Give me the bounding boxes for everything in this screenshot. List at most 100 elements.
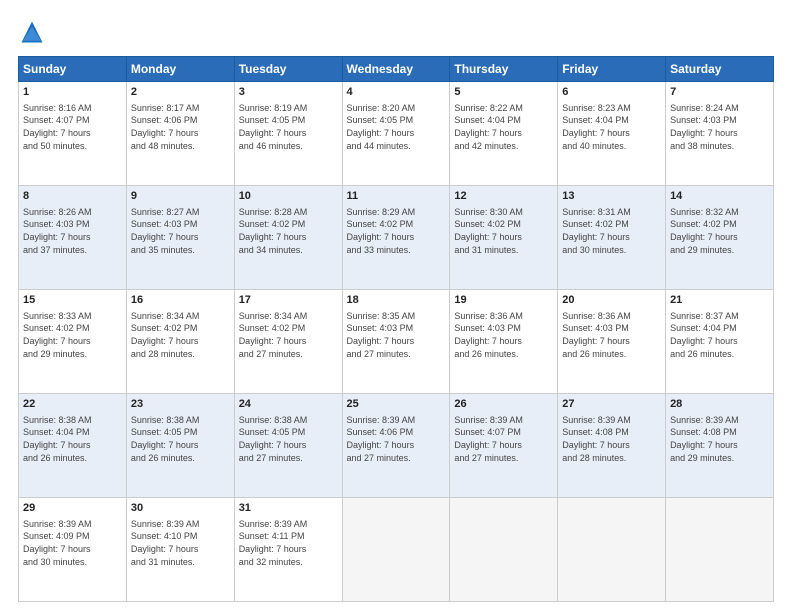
weekday-header-thursday: Thursday: [450, 57, 558, 82]
day-number: 22: [23, 397, 122, 412]
day-info: Sunrise: 8:19 AM Sunset: 4:05 PM Dayligh…: [239, 102, 338, 152]
weekday-header-row: SundayMondayTuesdayWednesdayThursdayFrid…: [19, 57, 774, 82]
week-row-1: 1 Sunrise: 8:16 AM Sunset: 4:07 PM Daylig…: [19, 82, 774, 186]
calendar-cell: 12 Sunrise: 8:30 AM Sunset: 4:02 PM Dayli…: [450, 186, 558, 290]
day-info: Sunrise: 8:20 AM Sunset: 4:05 PM Dayligh…: [347, 102, 446, 152]
weekday-header-friday: Friday: [558, 57, 666, 82]
day-number: 1: [23, 85, 122, 100]
day-number: 5: [454, 85, 553, 100]
logo: [18, 18, 50, 46]
weekday-header-sunday: Sunday: [19, 57, 127, 82]
calendar-cell: 13Sunrise: 8:31 AM Sunset: 4:02 PM Dayli…: [558, 186, 666, 290]
day-number: 21: [670, 293, 769, 308]
day-number: 3: [239, 85, 338, 100]
day-info: Sunrise: 8:35 AM Sunset: 4:03 PM Dayligh…: [347, 310, 446, 360]
day-number: 19: [454, 293, 553, 308]
day-info: Sunrise: 8:26 AM Sunset: 4:03 PM Dayligh…: [23, 206, 122, 256]
week-row-5: 29 Sunrise: 8:39 AM Sunset: 4:09 PM Dayli…: [19, 498, 774, 602]
day-number: 17: [239, 293, 338, 308]
calendar-cell: 23 Sunrise: 8:38 AM Sunset: 4:05 PM Dayli…: [126, 394, 234, 498]
calendar-cell: 14 Sunrise: 8:32 AM Sunset: 4:02 PM Dayli…: [666, 186, 774, 290]
header: [18, 18, 774, 46]
day-number: 11: [347, 189, 446, 204]
day-number: 25: [347, 397, 446, 412]
day-info: Sunrise: 8:39 AM Sunset: 4:08 PM Dayligh…: [670, 414, 769, 464]
day-info: Sunrise: 8:38 AM Sunset: 4:04 PM Dayligh…: [23, 414, 122, 464]
day-number: 16: [131, 293, 230, 308]
day-number: 8: [23, 189, 122, 204]
calendar-cell: 25Sunrise: 8:39 AM Sunset: 4:06 PM Dayli…: [342, 394, 450, 498]
day-info: Sunrise: 8:31 AM Sunset: 4:02 PM Dayligh…: [562, 206, 661, 256]
calendar-cell: 4 Sunrise: 8:20 AM Sunset: 4:05 PM Daylig…: [342, 82, 450, 186]
day-info: Sunrise: 8:30 AM Sunset: 4:02 PM Dayligh…: [454, 206, 553, 256]
calendar-cell: 30 Sunrise: 8:39 AM Sunset: 4:10 PM Dayli…: [126, 498, 234, 602]
calendar-cell: 11 Sunrise: 8:29 AM Sunset: 4:02 PM Dayli…: [342, 186, 450, 290]
day-info: Sunrise: 8:36 AM Sunset: 4:03 PM Dayligh…: [562, 310, 661, 360]
day-info: Sunrise: 8:28 AM Sunset: 4:02 PM Dayligh…: [239, 206, 338, 256]
calendar-cell: 3 Sunrise: 8:19 AM Sunset: 4:05 PM Daylig…: [234, 82, 342, 186]
week-row-4: 22 Sunrise: 8:38 AM Sunset: 4:04 PM Dayli…: [19, 394, 774, 498]
calendar-cell: 20 Sunrise: 8:36 AM Sunset: 4:03 PM Dayli…: [558, 290, 666, 394]
day-number: 15: [23, 293, 122, 308]
day-number: 23: [131, 397, 230, 412]
day-info: Sunrise: 8:23 AM Sunset: 4:04 PM Dayligh…: [562, 102, 661, 152]
calendar-cell: 31 Sunrise: 8:39 AM Sunset: 4:11 PM Dayli…: [234, 498, 342, 602]
day-number: 24: [239, 397, 338, 412]
day-number: 30: [131, 501, 230, 516]
day-number: 31: [239, 501, 338, 516]
calendar-cell: 1 Sunrise: 8:16 AM Sunset: 4:07 PM Daylig…: [19, 82, 127, 186]
day-number: 6: [562, 85, 661, 100]
calendar-cell: 5 Sunrise: 8:22 AM Sunset: 4:04 PM Daylig…: [450, 82, 558, 186]
weekday-header-tuesday: Tuesday: [234, 57, 342, 82]
weekday-header-saturday: Saturday: [666, 57, 774, 82]
day-info: Sunrise: 8:39 AM Sunset: 4:08 PM Dayligh…: [562, 414, 661, 464]
day-info: Sunrise: 8:38 AM Sunset: 4:05 PM Dayligh…: [239, 414, 338, 464]
day-info: Sunrise: 8:17 AM Sunset: 4:06 PM Dayligh…: [131, 102, 230, 152]
weekday-header-wednesday: Wednesday: [342, 57, 450, 82]
day-info: Sunrise: 8:29 AM Sunset: 4:02 PM Dayligh…: [347, 206, 446, 256]
calendar-cell: [450, 498, 558, 602]
day-number: 28: [670, 397, 769, 412]
calendar-cell: 10 Sunrise: 8:28 AM Sunset: 4:02 PM Dayli…: [234, 186, 342, 290]
day-number: 2: [131, 85, 230, 100]
day-number: 29: [23, 501, 122, 516]
day-number: 27: [562, 397, 661, 412]
week-row-3: 15Sunrise: 8:33 AM Sunset: 4:02 PM Dayli…: [19, 290, 774, 394]
calendar-cell: 28 Sunrise: 8:39 AM Sunset: 4:08 PM Dayli…: [666, 394, 774, 498]
logo-icon: [18, 18, 46, 46]
day-info: Sunrise: 8:36 AM Sunset: 4:03 PM Dayligh…: [454, 310, 553, 360]
calendar-cell: [342, 498, 450, 602]
calendar-cell: 29 Sunrise: 8:39 AM Sunset: 4:09 PM Dayli…: [19, 498, 127, 602]
calendar-cell: 6 Sunrise: 8:23 AM Sunset: 4:04 PM Daylig…: [558, 82, 666, 186]
calendar-cell: 26Sunrise: 8:39 AM Sunset: 4:07 PM Dayli…: [450, 394, 558, 498]
calendar-cell: 18 Sunrise: 8:35 AM Sunset: 4:03 PM Dayli…: [342, 290, 450, 394]
calendar-cell: 15Sunrise: 8:33 AM Sunset: 4:02 PM Dayli…: [19, 290, 127, 394]
page: SundayMondayTuesdayWednesdayThursdayFrid…: [0, 0, 792, 612]
day-info: Sunrise: 8:39 AM Sunset: 4:11 PM Dayligh…: [239, 518, 338, 568]
day-info: Sunrise: 8:37 AM Sunset: 4:04 PM Dayligh…: [670, 310, 769, 360]
day-number: 12: [454, 189, 553, 204]
week-row-2: 8 Sunrise: 8:26 AM Sunset: 4:03 PM Daylig…: [19, 186, 774, 290]
day-number: 10: [239, 189, 338, 204]
calendar-cell: 27 Sunrise: 8:39 AM Sunset: 4:08 PM Dayli…: [558, 394, 666, 498]
day-info: Sunrise: 8:32 AM Sunset: 4:02 PM Dayligh…: [670, 206, 769, 256]
day-number: 14: [670, 189, 769, 204]
day-info: Sunrise: 8:38 AM Sunset: 4:05 PM Dayligh…: [131, 414, 230, 464]
calendar-cell: 16Sunrise: 8:34 AM Sunset: 4:02 PM Dayli…: [126, 290, 234, 394]
calendar-cell: 21 Sunrise: 8:37 AM Sunset: 4:04 PM Dayli…: [666, 290, 774, 394]
day-info: Sunrise: 8:39 AM Sunset: 4:10 PM Dayligh…: [131, 518, 230, 568]
calendar-cell: 7Sunrise: 8:24 AM Sunset: 4:03 PM Daylig…: [666, 82, 774, 186]
calendar-cell: 22 Sunrise: 8:38 AM Sunset: 4:04 PM Dayli…: [19, 394, 127, 498]
day-number: 20: [562, 293, 661, 308]
weekday-header-monday: Monday: [126, 57, 234, 82]
day-info: Sunrise: 8:16 AM Sunset: 4:07 PM Dayligh…: [23, 102, 122, 152]
calendar-cell: 17Sunrise: 8:34 AM Sunset: 4:02 PM Dayli…: [234, 290, 342, 394]
day-number: 9: [131, 189, 230, 204]
calendar-cell: 24 Sunrise: 8:38 AM Sunset: 4:05 PM Dayli…: [234, 394, 342, 498]
day-info: Sunrise: 8:39 AM Sunset: 4:09 PM Dayligh…: [23, 518, 122, 568]
day-info: Sunrise: 8:27 AM Sunset: 4:03 PM Dayligh…: [131, 206, 230, 256]
day-info: Sunrise: 8:22 AM Sunset: 4:04 PM Dayligh…: [454, 102, 553, 152]
calendar-table: SundayMondayTuesdayWednesdayThursdayFrid…: [18, 56, 774, 602]
day-number: 18: [347, 293, 446, 308]
day-number: 4: [347, 85, 446, 100]
